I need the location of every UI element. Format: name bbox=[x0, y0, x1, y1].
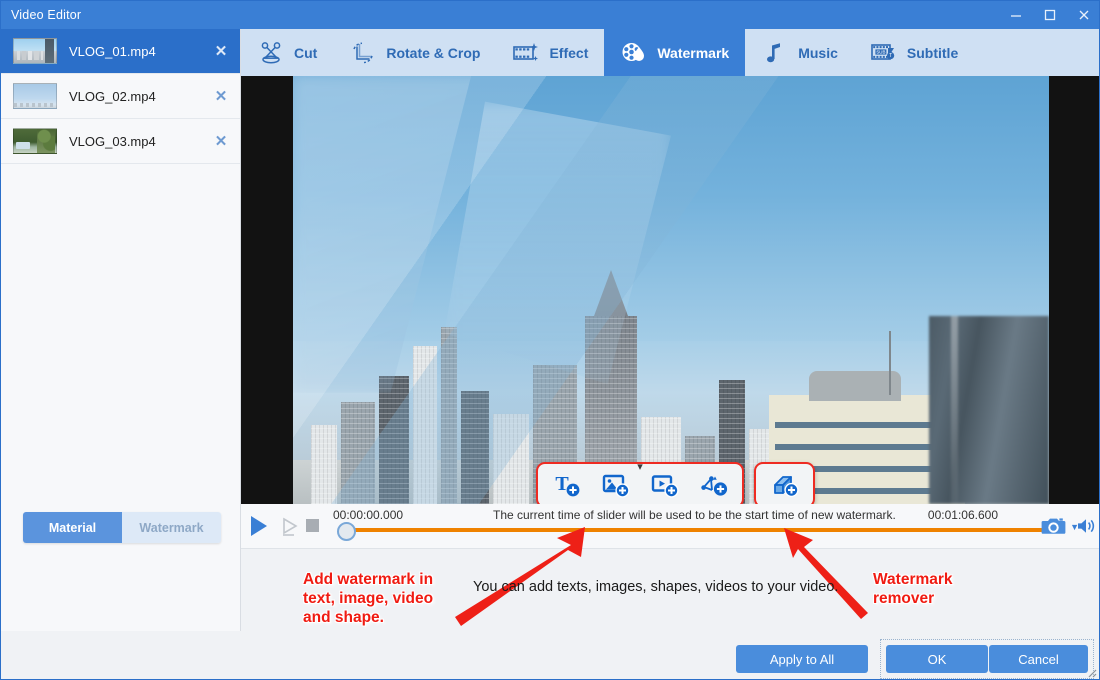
svg-text:T: T bbox=[889, 53, 892, 59]
music-note-icon bbox=[761, 39, 789, 67]
apply-to-all-button[interactable]: Apply to All bbox=[736, 645, 868, 673]
building bbox=[379, 375, 409, 504]
tab-label: Cut bbox=[294, 44, 318, 61]
svg-text:SUB: SUB bbox=[876, 49, 885, 54]
ok-button[interactable]: OK bbox=[886, 645, 988, 673]
title-bar: Video Editor bbox=[1, 1, 1099, 29]
media-sidebar: VLOG_01.mp4 ✕ VLOG_02.mp4 ✕ VLOG_03.mp4 … bbox=[1, 29, 241, 679]
rotate-crop-icon bbox=[349, 39, 377, 67]
tab-cut[interactable]: Cut bbox=[241, 29, 333, 76]
video-editor-window: Video Editor VLOG_01.mp4 ✕ VLOG_02.mp4 ✕… bbox=[0, 0, 1100, 680]
add-shape-watermark-button[interactable] bbox=[689, 466, 738, 504]
building bbox=[413, 345, 437, 504]
sky-thumbnail bbox=[13, 83, 57, 109]
tab-watermark[interactable]: Watermark bbox=[604, 29, 746, 76]
media-list: VLOG_01.mp4 ✕ VLOG_02.mp4 ✕ VLOG_03.mp4 … bbox=[1, 29, 240, 164]
subtitle-icon: SUB T bbox=[870, 39, 898, 67]
current-time-label: 00:00:00.000 bbox=[333, 508, 404, 522]
tab-material[interactable]: Material bbox=[23, 512, 122, 543]
stop-button[interactable] bbox=[306, 519, 319, 532]
sidebar-tab-group: Material Watermark bbox=[23, 512, 221, 543]
scissors-icon bbox=[257, 39, 285, 67]
timeline-slider-handle[interactable] bbox=[337, 522, 356, 541]
timeline-track[interactable] bbox=[341, 528, 1043, 532]
tab-effect[interactable]: Effect bbox=[496, 29, 604, 76]
watermark-toolbar: ▾ T bbox=[536, 462, 815, 504]
cancel-button[interactable]: Cancel bbox=[989, 645, 1088, 673]
roof-antenna bbox=[889, 330, 891, 395]
film-reel-drop-icon bbox=[620, 39, 648, 67]
total-time-label: 00:01:06.600 bbox=[927, 508, 998, 522]
annotation-center-note: You can add texts, images, shapes, video… bbox=[473, 579, 839, 595]
play-button[interactable] bbox=[251, 516, 267, 536]
building bbox=[461, 391, 489, 504]
add-watermark-group: ▾ T bbox=[536, 462, 744, 504]
remove-media-icon[interactable]: ✕ bbox=[210, 85, 232, 107]
remove-media-icon[interactable]: ✕ bbox=[210, 130, 232, 152]
list-item[interactable]: VLOG_03.mp4 ✕ bbox=[1, 119, 240, 164]
media-file-name: VLOG_02.mp4 bbox=[69, 88, 156, 104]
list-item[interactable]: VLOG_02.mp4 ✕ bbox=[1, 74, 240, 119]
media-file-name: VLOG_01.mp4 bbox=[69, 43, 156, 59]
tab-label: Music bbox=[798, 44, 838, 61]
eraser-block-plus-icon bbox=[773, 476, 799, 498]
tab-label: Subtitle bbox=[906, 44, 959, 61]
sidebar-empty-area bbox=[1, 164, 240, 679]
city-thumbnail bbox=[13, 38, 57, 64]
annotation-watermark-remover: Watermark remover bbox=[873, 571, 953, 607]
building bbox=[493, 413, 529, 504]
video-frame bbox=[293, 76, 1049, 504]
transport-bar: 00:00:00.000 The current time of slider … bbox=[241, 504, 1099, 549]
add-video-watermark-button[interactable] bbox=[640, 466, 689, 504]
tab-subtitle[interactable]: SUB T Subtitle bbox=[854, 29, 974, 76]
building bbox=[311, 424, 337, 504]
tab-label: Effect bbox=[549, 44, 589, 61]
shape-plus-icon bbox=[700, 476, 727, 496]
film-sparkle-icon bbox=[512, 39, 540, 67]
minimize-button[interactable] bbox=[999, 1, 1033, 29]
watermark-hint-text: The current time of slider will be used … bbox=[493, 508, 896, 522]
building bbox=[341, 402, 375, 504]
remove-media-icon[interactable]: ✕ bbox=[210, 40, 232, 62]
tab-watermark-panel[interactable]: Watermark bbox=[122, 512, 221, 543]
maximize-button[interactable] bbox=[1033, 1, 1067, 29]
tab-label: Rotate & Crop bbox=[386, 44, 481, 61]
text-plus-icon: T bbox=[555, 473, 579, 497]
window-controls bbox=[999, 1, 1099, 29]
tab-music[interactable]: Music bbox=[745, 29, 854, 76]
resize-grip[interactable] bbox=[1085, 665, 1097, 678]
tab-rotate-crop[interactable]: Rotate & Crop bbox=[333, 29, 496, 76]
tab-label: Watermark bbox=[657, 44, 730, 61]
add-text-watermark-button[interactable]: T bbox=[542, 466, 591, 504]
annotation-add-watermark: Add watermark in text, image, video and … bbox=[303, 571, 434, 626]
media-file-name: VLOG_03.mp4 bbox=[69, 133, 156, 149]
add-image-watermark-button[interactable] bbox=[591, 466, 640, 504]
watermark-remover-group bbox=[754, 462, 815, 504]
glass-tower bbox=[929, 315, 1049, 504]
watermark-remover-button[interactable] bbox=[760, 466, 809, 504]
garden-thumbnail bbox=[13, 128, 57, 154]
image-plus-icon bbox=[602, 474, 630, 498]
volume-button[interactable] bbox=[1077, 517, 1097, 535]
video-plus-icon bbox=[651, 475, 679, 498]
building bbox=[441, 327, 457, 504]
list-item[interactable]: VLOG_01.mp4 ✕ bbox=[1, 29, 240, 74]
window-title: Video Editor bbox=[11, 8, 82, 22]
snapshot-button[interactable] bbox=[1041, 514, 1067, 538]
roof-cylinder bbox=[809, 370, 901, 401]
close-button[interactable] bbox=[1067, 1, 1099, 29]
preview-playback-button[interactable] bbox=[280, 516, 302, 538]
editor-tab-bar: Cut Rotate & Crop Effect Watermark Music… bbox=[241, 29, 1099, 76]
video-preview[interactable]: ▾ T bbox=[241, 76, 1099, 504]
chevron-down-icon[interactable]: ▾ bbox=[637, 462, 643, 473]
